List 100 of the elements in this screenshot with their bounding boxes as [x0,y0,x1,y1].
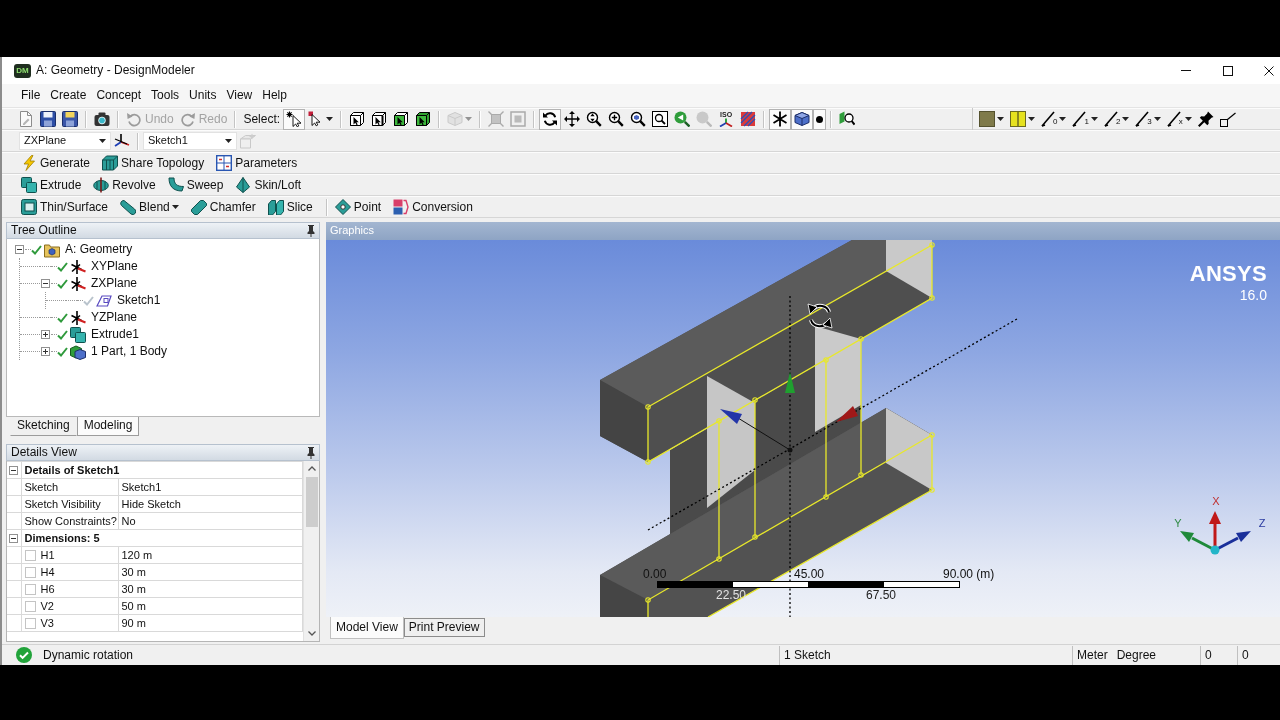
toolbar-button[interactable] [769,108,792,130]
tab[interactable]: Sketching [10,417,77,436]
toolbar-button[interactable] [539,108,562,130]
axis-label: X [1212,495,1220,507]
swatch-icon [1010,111,1026,127]
status-field: 0 [1200,645,1237,665]
collapse-icon[interactable] [15,245,24,254]
menu-item[interactable]: Create [45,86,92,105]
tab[interactable]: Model View [330,617,404,639]
toolbar-button[interactable]: Revolve [90,174,159,196]
folder-cube-icon [44,241,60,258]
tree-item[interactable]: 1 Part, 1 Body [57,343,170,360]
scroll-up-icon[interactable] [307,466,316,471]
collapse-icon[interactable] [41,279,50,288]
scrollbar[interactable] [303,461,319,641]
toolbar-button[interactable]: 3 [1132,108,1164,130]
toolbar-button[interactable] [791,108,814,130]
minimize-icon [1181,70,1191,71]
rotate-icon [542,111,559,127]
tree-item[interactable]: Sketch1 [83,292,163,309]
checkbox[interactable] [24,617,36,629]
tab[interactable]: Print Preview [403,618,485,637]
scale-label: 45.00 [794,567,825,581]
dot-icon [816,115,824,123]
property-label: Show Constraints? [24,514,117,527]
property-label: Sketch [24,480,59,493]
status-field: 1 Sketch [779,645,1072,665]
swatch-icon [979,111,995,127]
toolbar-button[interactable] [37,108,59,130]
toolbar-button[interactable]: 2 [1100,108,1133,130]
toolbar-button[interactable]: Chamfer [187,196,259,218]
collapse-icon[interactable] [9,466,19,476]
toolbar-button[interactable] [813,108,827,130]
menu-item[interactable]: Tools [146,86,185,105]
axes-icon [70,275,86,292]
pushpin-icon[interactable] [307,224,315,237]
pushpin-icon[interactable] [307,446,315,459]
scale-label: 0.00 [643,567,667,581]
frame-icon [488,111,505,127]
toolbar-button[interactable]: Sweep [164,174,227,196]
pushpin-icon [1197,111,1214,127]
tree-item[interactable]: ZXPlane [57,275,140,292]
checkbox[interactable] [24,549,36,561]
tree-item[interactable]: XYPlane [57,258,140,275]
toolbar-button[interactable]: Generate [18,152,94,174]
menu-item[interactable]: File [16,86,46,105]
toolbar-button[interactable]: 1 [1069,108,1101,130]
window-title: A: Geometry - DesignModeler [36,63,195,78]
toolbar-button[interactable]: Skin/Loft [232,174,305,196]
toolbar-button[interactable]: Parameters [213,152,301,174]
toolbar-button[interactable]: Point [331,196,385,218]
caret-icon [1059,117,1067,121]
toolbar-button[interactable] [59,108,81,130]
caret-icon [225,139,232,143]
axis-triad-icon [114,133,130,149]
toolbar-button[interactable]: Thin/Surface [18,196,112,218]
collapse-icon[interactable] [9,534,19,544]
menu-item[interactable]: Units [184,86,222,105]
checkbox[interactable] [24,600,36,612]
redo-icon [179,111,196,127]
scroll-down-icon[interactable] [307,631,316,636]
cube-icon [70,343,86,360]
caret-icon [1090,117,1098,121]
dropdown-field[interactable]: Sketch1 [143,132,237,150]
toolbar-button[interactable]: 0 [1038,108,1070,130]
expand-icon[interactable] [41,330,50,339]
property-value: Hide Sketch [121,497,181,510]
tree-item[interactable]: Extrude1 [57,326,142,343]
toolbar-button[interactable]: Extrude [18,174,85,196]
zoom-icon [586,111,603,127]
toolbar-button[interactable]: x [1163,108,1195,130]
property-label: Sketch Visibility [24,497,101,510]
checkbox[interactable] [24,566,36,578]
menu-item[interactable]: Concept [91,86,147,105]
caret-icon [171,205,179,209]
axis-label: Z [1258,517,1266,529]
unit-label: Meter [1077,647,1108,663]
menu-item[interactable]: Help [257,86,292,105]
caret-icon [1028,117,1035,121]
tree-item[interactable]: A: Geometry [31,241,135,258]
toolbar-button[interactable] [283,108,306,130]
expand-icon[interactable] [41,347,50,356]
tab[interactable]: Modeling [76,417,140,436]
toolbar-button[interactable]: Conversion [390,196,476,218]
tree-item[interactable]: YZPlane [57,309,140,326]
faceted-block-icon [102,155,119,171]
toolbar-button[interactable]: Blend [117,196,182,218]
toolbar-button[interactable] [976,108,1007,130]
pyramid-icon [235,177,252,193]
dropdown-field[interactable]: ZXPlane [19,132,111,150]
caret-icon [326,117,334,121]
toolbar-button[interactable]: Share Topology [99,152,208,174]
scrollbar-thumb[interactable] [305,477,318,527]
grid-panel-icon [216,155,233,171]
toolbar-button[interactable]: Slice [264,196,316,218]
cube-pointer-icon [415,111,432,127]
logo-text: ANSYS [1189,263,1267,285]
property-value: 50 m [121,599,146,612]
menu-item[interactable]: View [221,86,258,105]
checkbox[interactable] [24,583,36,595]
